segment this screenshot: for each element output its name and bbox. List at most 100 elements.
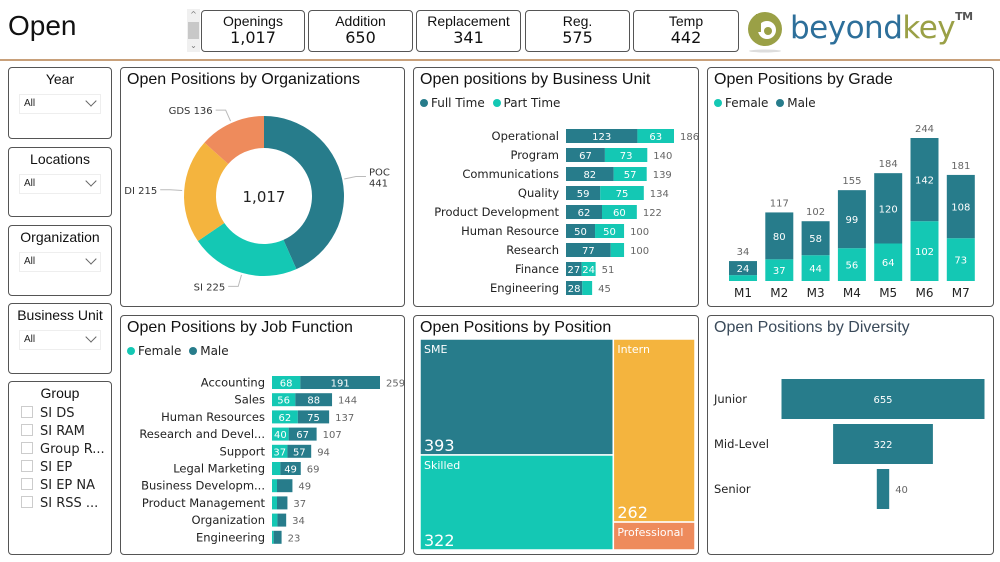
bar-total-label: 34: [292, 516, 305, 527]
bar-total-label: 51: [602, 265, 615, 276]
bar-value-label: 123: [592, 132, 611, 143]
kpi-scrollbar[interactable]: ^ ⌄: [187, 9, 200, 52]
category-label: Engineering: [196, 530, 265, 544]
bar-total-label: 23: [288, 533, 301, 544]
grade-column-chart: 24 34 M1 37 80 117 M2 44 58 102 M3 56 99 155 M4 64 120 18…: [729, 124, 975, 300]
bar-value-label: 77: [582, 246, 595, 257]
group-option[interactable]: SI EP: [21, 459, 72, 477]
slicer-title: Business Unit: [17, 307, 103, 323]
column-value-label: 64: [882, 258, 895, 269]
bar-total-label: 45: [598, 284, 611, 295]
category-label: Operational: [492, 129, 559, 143]
chevron-down-icon: [85, 95, 97, 107]
bar-value-label: 57: [293, 447, 306, 458]
column-total-label: 184: [879, 159, 898, 170]
slicer-year: Year All: [8, 67, 112, 139]
column-value-label: 37: [773, 266, 786, 277]
year-dropdown[interactable]: All: [19, 94, 101, 114]
leader-line: [160, 189, 183, 192]
x-tick-label: M3: [807, 286, 825, 300]
bar-total-label: 137: [335, 413, 354, 424]
funnel-category-label: Senior: [714, 482, 751, 496]
bar-total-label: 94: [317, 447, 330, 458]
category-label: Product Management: [142, 496, 266, 510]
bar-segment-part-time: [610, 243, 625, 257]
kpi-label: Openings: [223, 13, 283, 29]
dropdown-value: All: [24, 256, 36, 267]
logo-text: beyondkeyTM: [790, 10, 973, 46]
kpi-value: 1,017: [230, 28, 276, 47]
panel-grade: Open Positions by Grade Female Male 24 34…: [707, 67, 994, 307]
checkbox[interactable]: [21, 442, 33, 454]
bar-value-label: 67: [296, 430, 309, 441]
slicer-title: Locations: [30, 151, 90, 167]
group-option[interactable]: SI RAM: [21, 423, 85, 441]
bar-total-label: 107: [323, 430, 342, 441]
slicer-title: Group: [40, 385, 80, 401]
panel-job-function: Open Positions by Job Function Female Ma…: [120, 315, 405, 555]
slicer-locations: Locations All: [8, 147, 112, 217]
x-tick-label: M7: [952, 286, 970, 300]
bar-value-label: 27: [567, 265, 580, 276]
panel-position: Open Positions by Position SME 393 Skilled…: [413, 315, 699, 555]
bar-segment-part-time: [582, 281, 593, 295]
bar-segment-male: [277, 479, 293, 493]
group-option[interactable]: SI EP NA: [21, 477, 95, 495]
category-label: Communications: [462, 167, 559, 181]
kpi-label: Replacement: [427, 13, 510, 29]
group-option[interactable]: SI DS: [21, 405, 74, 423]
bar-value-label: 56: [277, 396, 290, 407]
column-value-label: 24: [737, 264, 750, 275]
scroll-up-icon[interactable]: ^: [187, 9, 200, 21]
checkbox[interactable]: [21, 460, 33, 472]
column-value-label: 58: [809, 234, 822, 245]
bar-total-label: 100: [630, 246, 649, 257]
slice-value: 441: [369, 179, 388, 190]
column-value-label: 142: [915, 176, 934, 187]
logo-mark-icon: [748, 12, 782, 53]
checkbox[interactable]: [21, 406, 33, 418]
category-label: Sales: [234, 393, 265, 407]
bar-total-label: 140: [653, 151, 672, 162]
job-function-bar-chart: Accounting 68 191 259 Sales 56 88 144 Human Reso…: [139, 376, 404, 545]
category-label: Human Resource: [461, 224, 559, 238]
bar-total-label: 122: [643, 208, 662, 219]
panel-organizations: Open Positions by Organizations POC 441 SI…: [120, 67, 405, 307]
checkbox[interactable]: [21, 478, 33, 490]
locations-dropdown[interactable]: All: [19, 174, 101, 194]
treemap-tile-label: Skilled: [424, 459, 460, 472]
column-value-label: 56: [846, 261, 859, 272]
checkbox[interactable]: [21, 424, 33, 436]
checkbox[interactable]: [21, 496, 33, 508]
bar-value-label: 40: [274, 430, 287, 441]
organization-dropdown[interactable]: All: [19, 252, 101, 272]
bar-total-label: 186: [680, 132, 699, 143]
funnel-value-label: 40: [895, 485, 908, 496]
scroll-thumb[interactable]: [188, 22, 199, 39]
bar-total-label: 139: [653, 170, 672, 181]
funnel-bar: [876, 469, 890, 509]
bar-segment-male: [277, 496, 288, 510]
x-tick-label: M6: [916, 286, 934, 300]
business-unit-bar-chart: Operational 123 63 186 Program 67 73 140 Communi…: [434, 129, 699, 295]
business-unit-dropdown[interactable]: All: [19, 330, 101, 350]
slicer-organization: Organization All: [8, 225, 112, 296]
bar-segment-female: [272, 530, 274, 544]
group-option[interactable]: SI RSS ...: [21, 495, 98, 513]
group-option[interactable]: Group R...: [21, 441, 105, 459]
bar-value-label: 75: [616, 189, 629, 200]
bar-value-label: 62: [279, 413, 292, 424]
bar-value-label: 75: [307, 413, 320, 424]
kpi-value: 575: [562, 28, 593, 47]
bar-value-label: 67: [579, 151, 592, 162]
scroll-down-icon[interactable]: ⌄: [187, 40, 200, 52]
page-title: Open: [8, 10, 77, 41]
bar-value-label: 63: [649, 132, 662, 143]
column-segment-female: [729, 275, 757, 281]
treemap-tile-value: 393: [424, 436, 455, 455]
donut-chart: POC441 SI 225 DI 215 GDS 136 1,017: [124, 106, 390, 293]
column-value-label: 99: [846, 215, 859, 226]
header-divider: [0, 59, 1000, 61]
category-label: Human Resources: [161, 410, 265, 424]
category-label: Program: [510, 148, 559, 162]
